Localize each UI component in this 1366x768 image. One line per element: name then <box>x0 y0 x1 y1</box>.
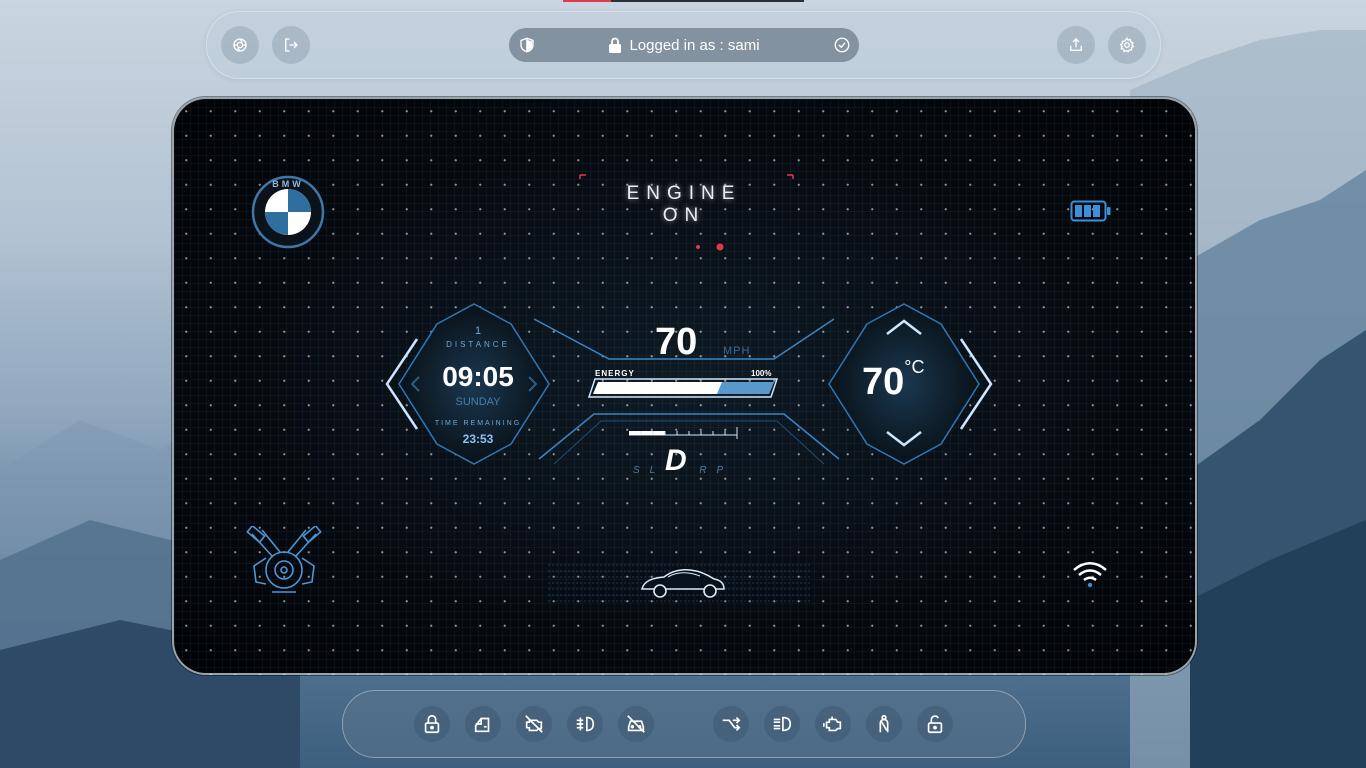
check-circle-icon[interactable] <box>833 36 851 54</box>
gear-l: L <box>649 465 666 476</box>
headlight-button[interactable] <box>764 706 800 742</box>
car-door-button[interactable] <box>465 706 501 742</box>
speed-unit: MPH <box>723 345 751 357</box>
camera-icon <box>233 38 247 52</box>
unlock-icon <box>927 715 943 734</box>
engine-status-decoration <box>579 174 794 251</box>
car-door-icon <box>474 717 490 733</box>
logout-button[interactable] <box>272 26 310 64</box>
headlight-icon <box>773 716 792 732</box>
temperature-readout: 70°C <box>862 357 924 404</box>
car-off-icon <box>627 715 645 733</box>
engine-off-icon <box>525 715 543 733</box>
distance-label: DISTANCE <box>446 340 510 349</box>
battery-icon <box>1070 200 1111 222</box>
address-bar[interactable]: Logged in as : sami <box>509 28 859 62</box>
lock-button[interactable] <box>414 706 450 742</box>
camera-button[interactable] <box>221 26 259 64</box>
car-off-button[interactable] <box>618 706 654 742</box>
gear-r: R <box>699 465 717 476</box>
day-label: SUNDAY <box>455 396 501 408</box>
share-button[interactable] <box>1057 26 1095 64</box>
progress-line <box>563 0 804 2</box>
car-wireframe-icon <box>548 564 810 602</box>
time-remaining-label: TIME REMAINING <box>434 420 522 427</box>
engine-warning-button[interactable] <box>815 706 851 742</box>
temperature-value: 70 <box>862 361 905 403</box>
instrument-cluster: 1 DISTANCE 09:05 SUNDAY TIME REMAINING 2… <box>379 299 999 479</box>
steering-arrow-button[interactable] <box>713 706 749 742</box>
engine-warning-icon <box>823 716 842 732</box>
gear-icon <box>1119 37 1135 53</box>
engine-off-button[interactable] <box>516 706 552 742</box>
top-toolbar: Logged in as : sami <box>206 11 1161 79</box>
lock-icon <box>424 714 440 734</box>
gear-selector: SL RP <box>633 465 743 476</box>
bmw-logo: BMW <box>251 175 325 249</box>
energy-percent: 100% <box>751 369 772 378</box>
speed-value: 70 <box>655 321 698 363</box>
trip-counter: 1 <box>474 325 482 337</box>
login-status-text: Logged in as : sami <box>629 36 760 54</box>
svg-text:BMW: BMW <box>272 179 304 189</box>
temperature-unit: °C <box>904 357 925 377</box>
fog-light-icon <box>576 716 595 732</box>
energy-label: ENERGY <box>595 369 635 378</box>
unlock-button[interactable] <box>917 706 953 742</box>
settings-button[interactable] <box>1108 26 1146 64</box>
logout-icon <box>285 38 298 52</box>
shield-icon[interactable] <box>518 36 536 54</box>
wifi-icon <box>1073 562 1107 588</box>
engine-block-icon <box>246 526 322 593</box>
bottom-control-bar <box>342 690 1026 758</box>
gear-p: P <box>716 465 734 476</box>
fog-light-button[interactable] <box>567 706 603 742</box>
seatbelt-button[interactable] <box>866 706 902 742</box>
steering-arrow-icon <box>722 716 741 732</box>
gear-s: S <box>633 465 650 476</box>
clock-time: 09:05 <box>442 361 514 392</box>
time-remaining-value: 23:53 <box>462 432 494 446</box>
vehicle-dashboard: BMW ENGINE ON 1 DISTANCE 09:05 SUNDAY TI… <box>172 97 1197 675</box>
lock-icon <box>609 37 622 53</box>
share-icon <box>1070 38 1082 51</box>
seatbelt-icon <box>879 714 889 733</box>
